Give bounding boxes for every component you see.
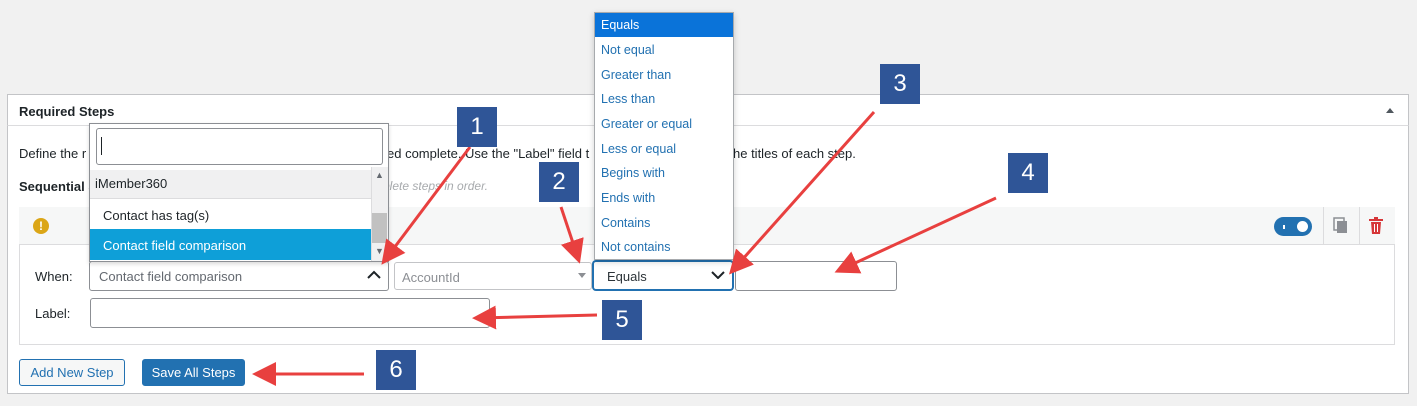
chevron-down-icon [711,271,725,279]
operator-option[interactable]: Begins with [595,161,733,185]
add-new-step-button[interactable]: Add New Step [19,359,125,386]
callout-1: 1 [457,107,497,147]
callout-5: 5 [602,300,642,340]
dropdown-option-label: Contact field comparison [103,238,247,253]
toggle-indicator [1283,225,1285,229]
dropdown-group-label: iMember360 [95,176,168,191]
label-label: Label: [35,306,71,321]
toggle-knob [1297,221,1308,232]
operator-option[interactable]: Greater or equal [595,112,733,136]
chevron-up-icon [367,270,381,279]
caret-down-icon [578,273,586,278]
sequential-label: Sequential S [19,179,98,194]
panel-description: Define the r [19,146,87,161]
operator-option[interactable]: Not equal [595,38,733,62]
trash-icon[interactable] [1369,217,1383,234]
dropdown-option[interactable]: Contact has tag(s) [103,208,209,223]
copy-icon[interactable] [1333,217,1349,235]
operator-option[interactable]: Ends with [595,186,733,210]
scroll-down-icon[interactable]: ▼ [375,246,384,256]
condition-type-value: Contact field comparison [99,269,243,284]
scrollbar-thumb[interactable] [372,213,387,243]
panel-description: ed complete. Use the "Label" field t [387,146,590,161]
operator-option[interactable]: Less than [595,87,733,111]
operator-option[interactable]: Contains [595,211,733,235]
scroll-up-icon[interactable]: ▲ [375,170,384,180]
callout-6: 6 [376,350,416,390]
comparison-value-input[interactable] [735,261,897,291]
panel-description: he titles of each step. [733,146,856,161]
operator-option[interactable]: Not contains [595,235,733,259]
dropdown-search-input[interactable] [96,128,383,165]
callout-2: 2 [539,162,579,202]
divider [1359,207,1360,244]
operator-option[interactable]: Greater than [595,63,733,87]
text-cursor [101,137,102,155]
operator-value: Equals [607,269,647,284]
panel-title: Required Steps [19,104,115,119]
sequential-hint: plete steps in order. [383,179,488,193]
warning-icon: ! [33,218,49,234]
operator-option[interactable]: Less or equal [595,137,733,161]
callout-4: 4 [1008,153,1048,193]
operator-option[interactable]: Equals [595,13,733,37]
save-all-steps-button[interactable]: Save All Steps [142,359,245,386]
divider [1323,207,1324,244]
callout-3: 3 [880,64,920,104]
field-name-value: AccountId [402,270,460,285]
step-label-input[interactable] [90,298,490,328]
collapse-arrow-icon[interactable] [1384,104,1396,116]
when-label: When: [35,269,73,284]
